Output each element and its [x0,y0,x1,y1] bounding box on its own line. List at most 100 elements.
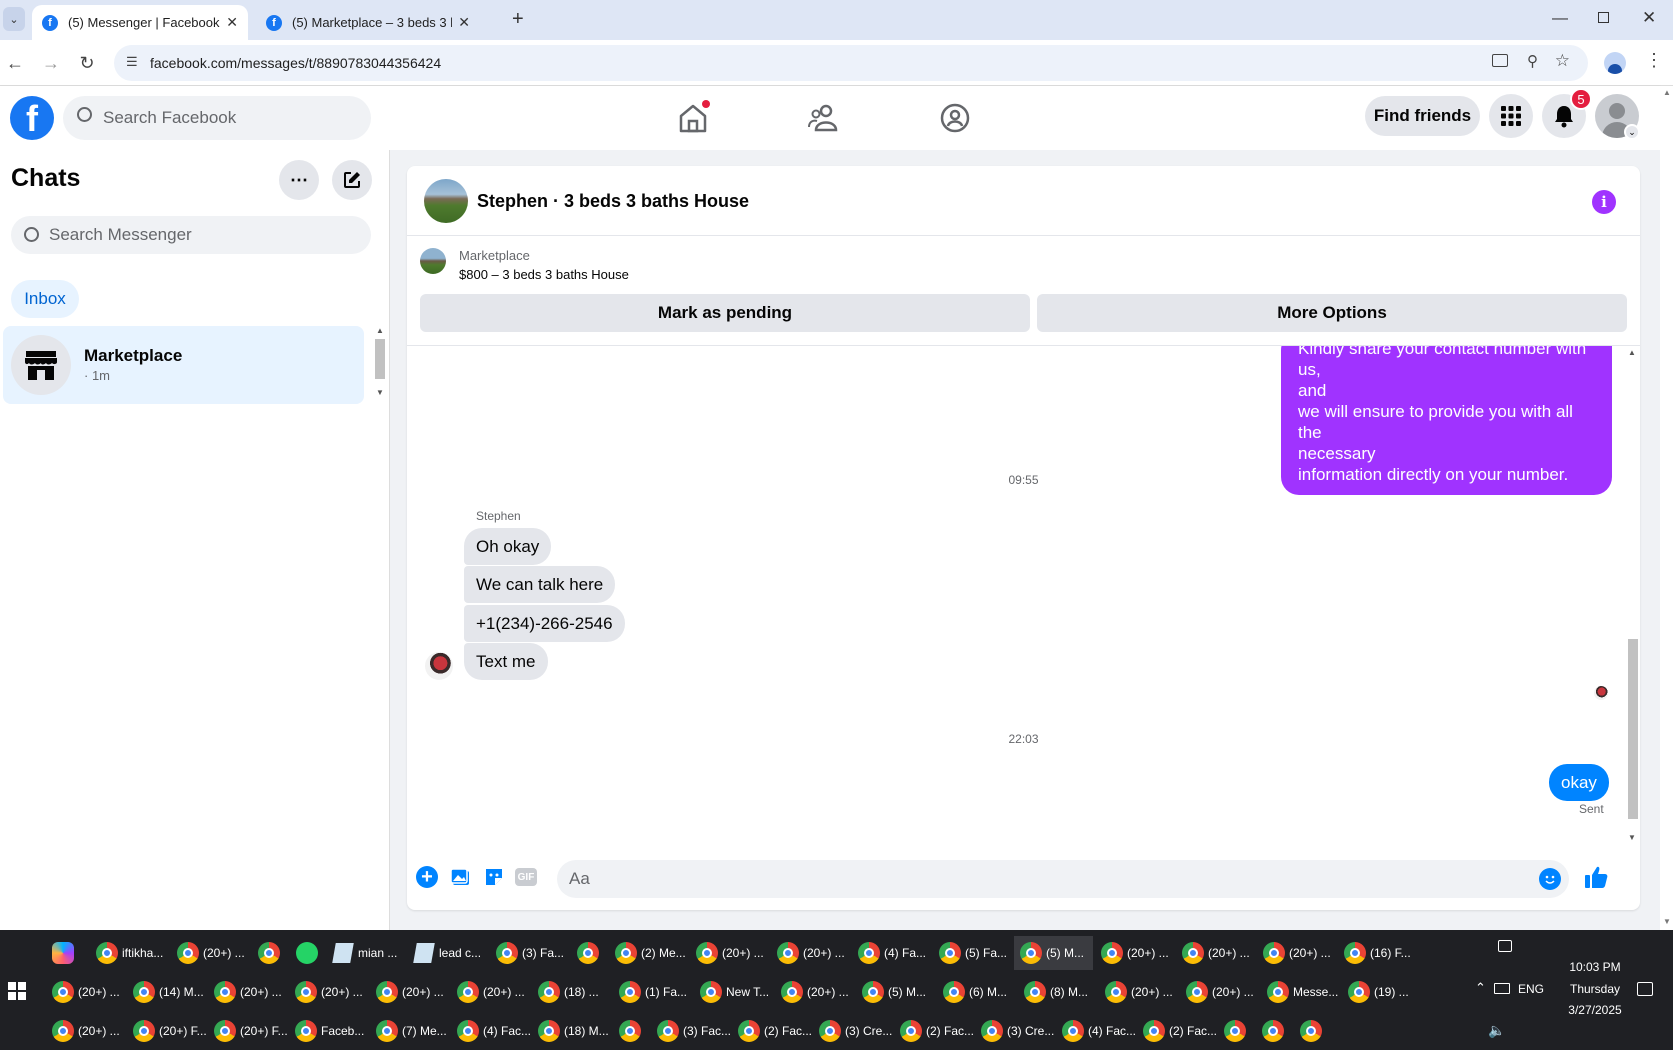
plus-icon[interactable]: + [416,866,438,888]
taskbar-item[interactable]: (5) Fa... [933,936,1012,970]
taskbar-item[interactable]: (18) M... [532,1014,611,1048]
taskbar-item[interactable]: (4) Fa... [852,936,931,970]
taskbar-item[interactable]: (20+) ... [46,1014,125,1048]
taskbar-item[interactable]: (20+) ... [1257,936,1336,970]
site-info-icon[interactable]: ☰ [126,54,138,70]
back-icon[interactable]: ← [2,50,28,76]
taskbar-item[interactable]: New T... [694,975,773,1009]
taskbar-item[interactable] [252,936,288,970]
taskbar-item[interactable]: (8) M... [1018,975,1097,1009]
taskbar-item[interactable]: (20+) ... [208,975,287,1009]
gif-icon[interactable]: GIF [515,868,537,886]
restore-icon[interactable] [1598,12,1609,23]
taskbar-item[interactable]: (2) Fac... [1137,1014,1216,1048]
chat-title[interactable]: Stephen · 3 beds 3 baths House [477,191,749,212]
messenger-search-input[interactable]: Search Messenger [11,216,371,254]
taskbar-item[interactable] [1218,1014,1254,1048]
taskbar-item[interactable]: (2) Fac... [894,1014,973,1048]
info-icon[interactable]: i [1592,190,1616,214]
facebook-search-input[interactable]: Search Facebook [63,96,371,140]
taskbar-item[interactable]: (20+) ... [370,975,449,1009]
zoom-icon[interactable]: ⚲ [1527,52,1538,70]
language-indicator[interactable]: ENG [1518,982,1544,996]
taskbar-item[interactable]: (20+) ... [171,936,250,970]
sidebar-scrollbar[interactable]: ▲ ▼ [373,326,387,404]
copilot-icon[interactable] [52,942,74,964]
listing-thumbnail[interactable] [420,248,446,274]
forward-icon[interactable]: → [38,50,64,76]
taskbar-item[interactable]: (20+) F... [127,1014,206,1048]
taskbar-item[interactable]: (14) M... [127,975,206,1009]
taskbar-item[interactable]: (2) Fac... [732,1014,811,1048]
taskbar-item[interactable]: (20+) ... [289,975,368,1009]
taskbar-item[interactable] [571,936,607,970]
close-tab-icon[interactable]: ✕ [226,14,238,31]
facebook-logo[interactable]: f [10,96,54,140]
taskbar-item[interactable]: (16) F... [1338,936,1417,970]
taskbar-item[interactable]: (3) Fac... [651,1014,730,1048]
new-tab-button[interactable]: + [512,8,524,31]
sender-avatar[interactable] [425,652,453,680]
chat-options-button[interactable]: ⋯ [279,160,319,200]
find-friends-button[interactable]: Find friends [1365,96,1480,136]
taskbar-item[interactable]: (3) Fa... [490,936,569,970]
taskbar-item[interactable]: mian ... [328,936,407,970]
inbox-filter[interactable]: Inbox [11,280,79,318]
taskbar-item[interactable]: (7) Me... [370,1014,449,1048]
tab-marketplace[interactable]: f (5) Marketplace – 3 beds 3 bath ✕ [256,5,480,40]
taskbar-item[interactable]: (20+) ... [1176,936,1255,970]
groups-icon[interactable] [937,100,973,136]
taskbar-item[interactable]: iftikha... [90,936,169,970]
emoji-icon[interactable] [1539,868,1561,890]
taskbar-item[interactable]: (20+) F... [208,1014,287,1048]
home-icon[interactable] [675,100,711,136]
tab-messenger[interactable]: f (5) Messenger | Facebook ✕ [32,5,248,40]
more-options-button[interactable]: More Options [1037,294,1627,332]
taskbar-item[interactable]: (4) Fac... [451,1014,530,1048]
outgoing-message-bubble[interactable]: okay [1549,764,1609,801]
menu-grid-button[interactable] [1489,94,1533,138]
taskbar-item[interactable] [613,1014,649,1048]
taskbar-item[interactable]: (20+) ... [1099,975,1178,1009]
incoming-message-bubble[interactable]: +1(234)-266-2546 [464,605,625,642]
page-scrollbar[interactable]: ▲ ▼ [1660,86,1673,930]
taskbar-item[interactable]: (5) M... [856,975,935,1009]
incoming-message-bubble[interactable]: Oh okay [464,528,552,565]
incoming-message-bubble[interactable]: Text me [464,643,548,680]
url-field[interactable]: ☰ facebook.com/messages/t/88907830443564… [114,45,1588,81]
conversation-item-marketplace[interactable]: Marketplace · 1m [3,326,364,404]
taskbar-item[interactable] [1294,1014,1330,1048]
taskbar-item[interactable]: (2) Me... [609,936,688,970]
windows-start-icon[interactable] [8,982,26,1000]
sticker-icon[interactable] [483,866,505,888]
thumbs-up-icon[interactable] [1583,864,1609,890]
mark-as-pending-button[interactable]: Mark as pending [420,294,1030,332]
notification-center-icon[interactable] [1637,982,1653,996]
minimize-icon[interactable]: — [1552,10,1568,28]
taskbar-item[interactable]: (1) Fa... [613,975,692,1009]
taskbar-item[interactable]: (3) Cre... [813,1014,892,1048]
new-message-button[interactable] [332,160,372,200]
photo-icon[interactable] [450,866,472,888]
taskbar-item[interactable]: (20+) ... [46,975,125,1009]
message-input[interactable]: Aa [557,860,1569,898]
taskbar-item[interactable]: Faceb... [289,1014,368,1048]
taskbar-item[interactable]: (20+) ... [771,936,850,970]
bookmark-star-icon[interactable]: ☆ [1555,51,1570,71]
close-tab-icon[interactable]: ✕ [458,14,470,31]
taskbar-item[interactable]: (20+) ... [775,975,854,1009]
listing-avatar[interactable] [424,179,468,223]
meet-now-icon[interactable] [1498,940,1512,952]
taskbar-item[interactable]: (20+) ... [1180,975,1259,1009]
profile-icon[interactable] [1604,52,1626,74]
browser-menu-icon[interactable]: ⋮ [1645,50,1663,71]
network-icon[interactable] [1494,983,1510,994]
taskbar-item[interactable]: (5) M... [1014,936,1093,970]
taskbar-item[interactable]: Messe... [1261,975,1340,1009]
close-window-icon[interactable]: ✕ [1642,8,1656,28]
taskbar-item[interactable]: (18) ... [532,975,611,1009]
thread-scrollbar[interactable]: ▲ ▼ [1625,346,1640,846]
friends-icon[interactable] [806,100,842,136]
taskbar-item[interactable]: (20+) ... [451,975,530,1009]
reload-icon[interactable]: ↻ [74,50,100,76]
